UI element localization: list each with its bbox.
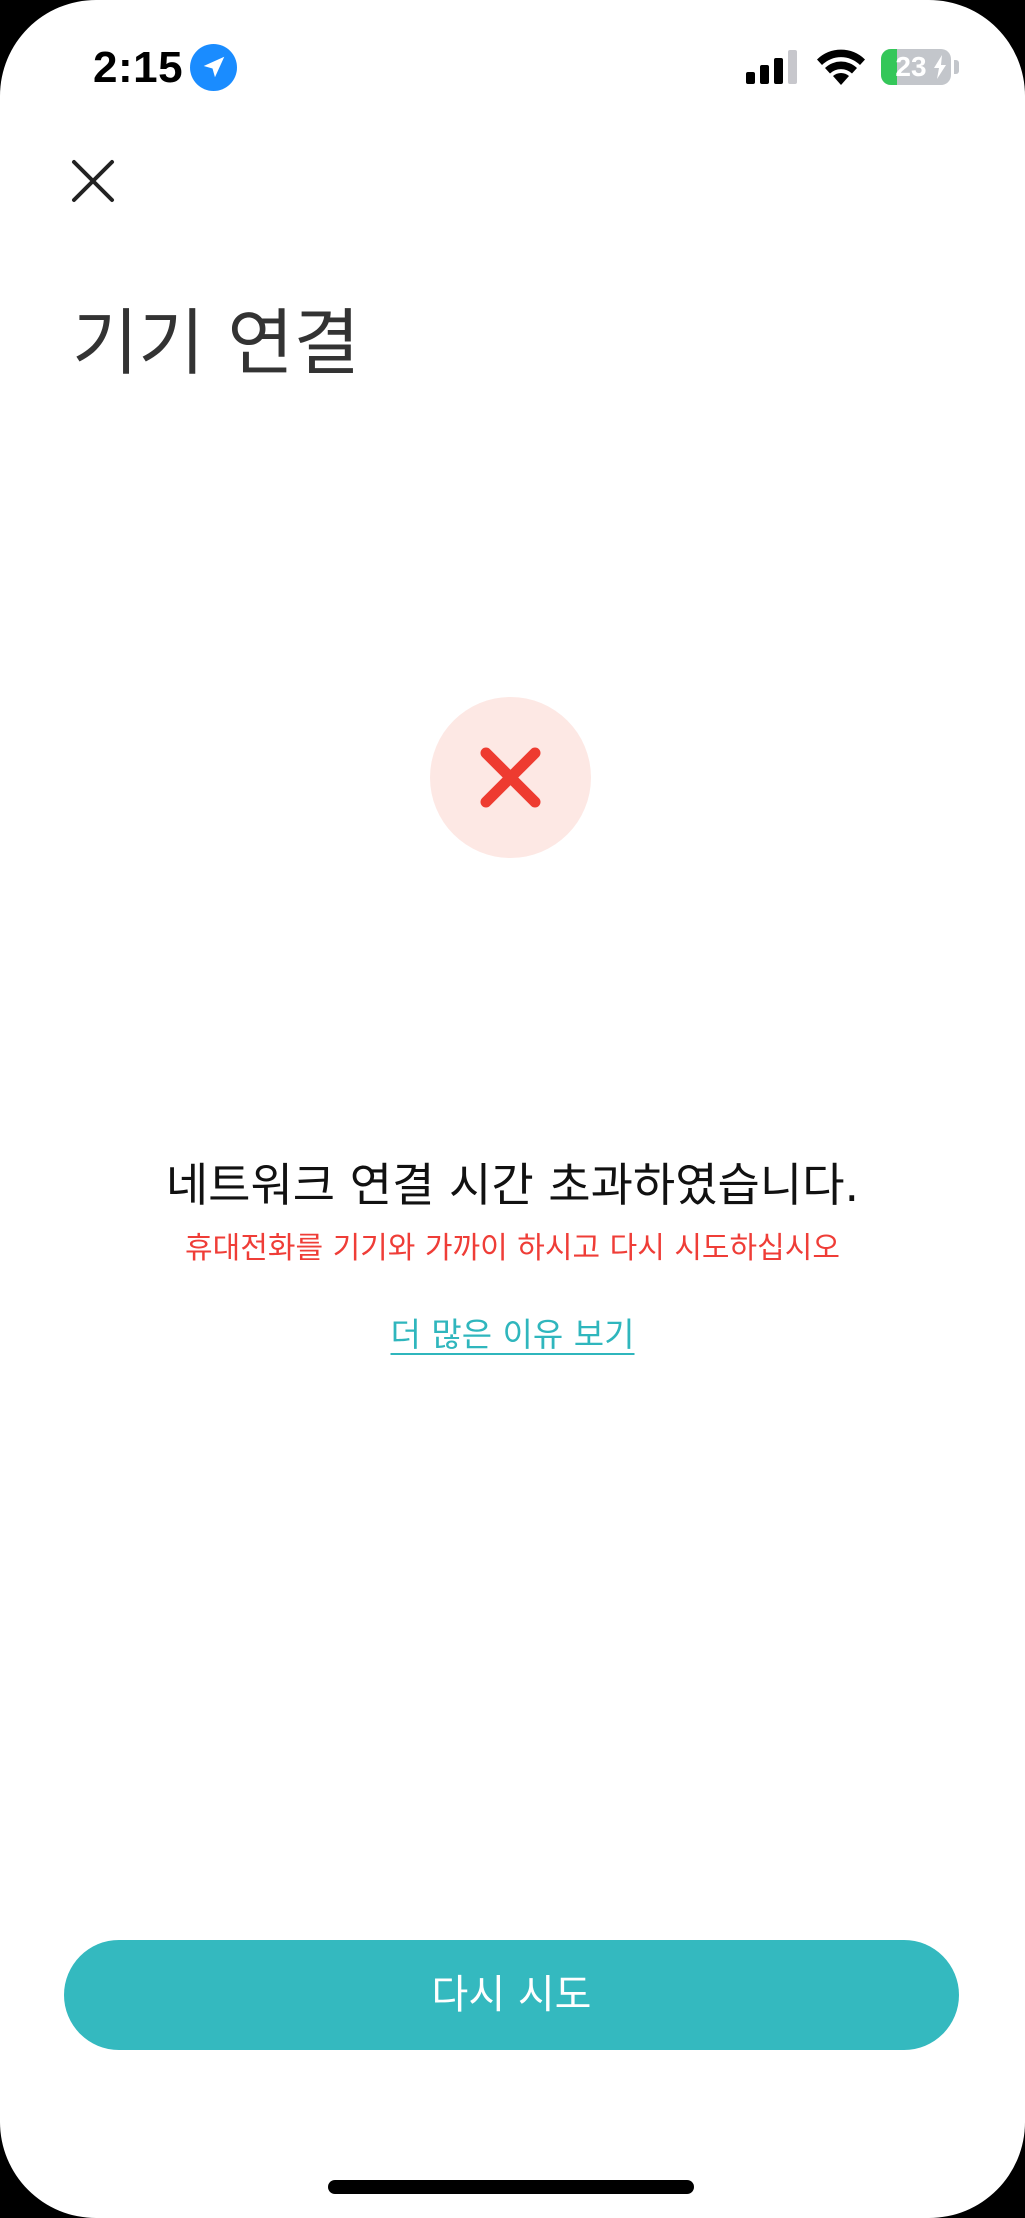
charging-bolt-icon [934, 55, 946, 79]
battery-icon: 23 [881, 49, 951, 85]
location-arrow-icon [190, 44, 237, 91]
close-icon [72, 160, 114, 202]
battery-level: 23 [895, 51, 927, 82]
cellular-signal-icon [746, 50, 797, 84]
home-indicator [328, 2180, 694, 2194]
error-subtitle: 휴대전화를 기기와 가까이 하시고 다시 시도하십시오 [185, 1231, 840, 1266]
more-reasons-link[interactable]: 더 많은 이유 보기 [0, 1310, 1025, 1360]
retry-button[interactable]: 다시 시도 [64, 1940, 959, 2050]
status-bar: 2:15 23 [0, 0, 1025, 130]
close-button[interactable] [62, 150, 122, 210]
battery-cap [954, 60, 959, 74]
error-title: 네트워크 연결 시간 초과하였습니다. [165, 1158, 860, 1212]
error-icon-circle [430, 697, 591, 858]
error-x-icon [480, 747, 541, 808]
screen: 2:15 23 기기 연결 네트워크 연결 시간 초과하였습니다. 휴대전화를 … [0, 0, 1025, 2218]
page-title: 기기 연결 [72, 301, 360, 385]
status-time: 2:15 [93, 43, 184, 92]
wifi-icon [817, 49, 865, 85]
more-reasons-link-label[interactable]: 더 많은 이유 보기 [391, 1315, 635, 1354]
